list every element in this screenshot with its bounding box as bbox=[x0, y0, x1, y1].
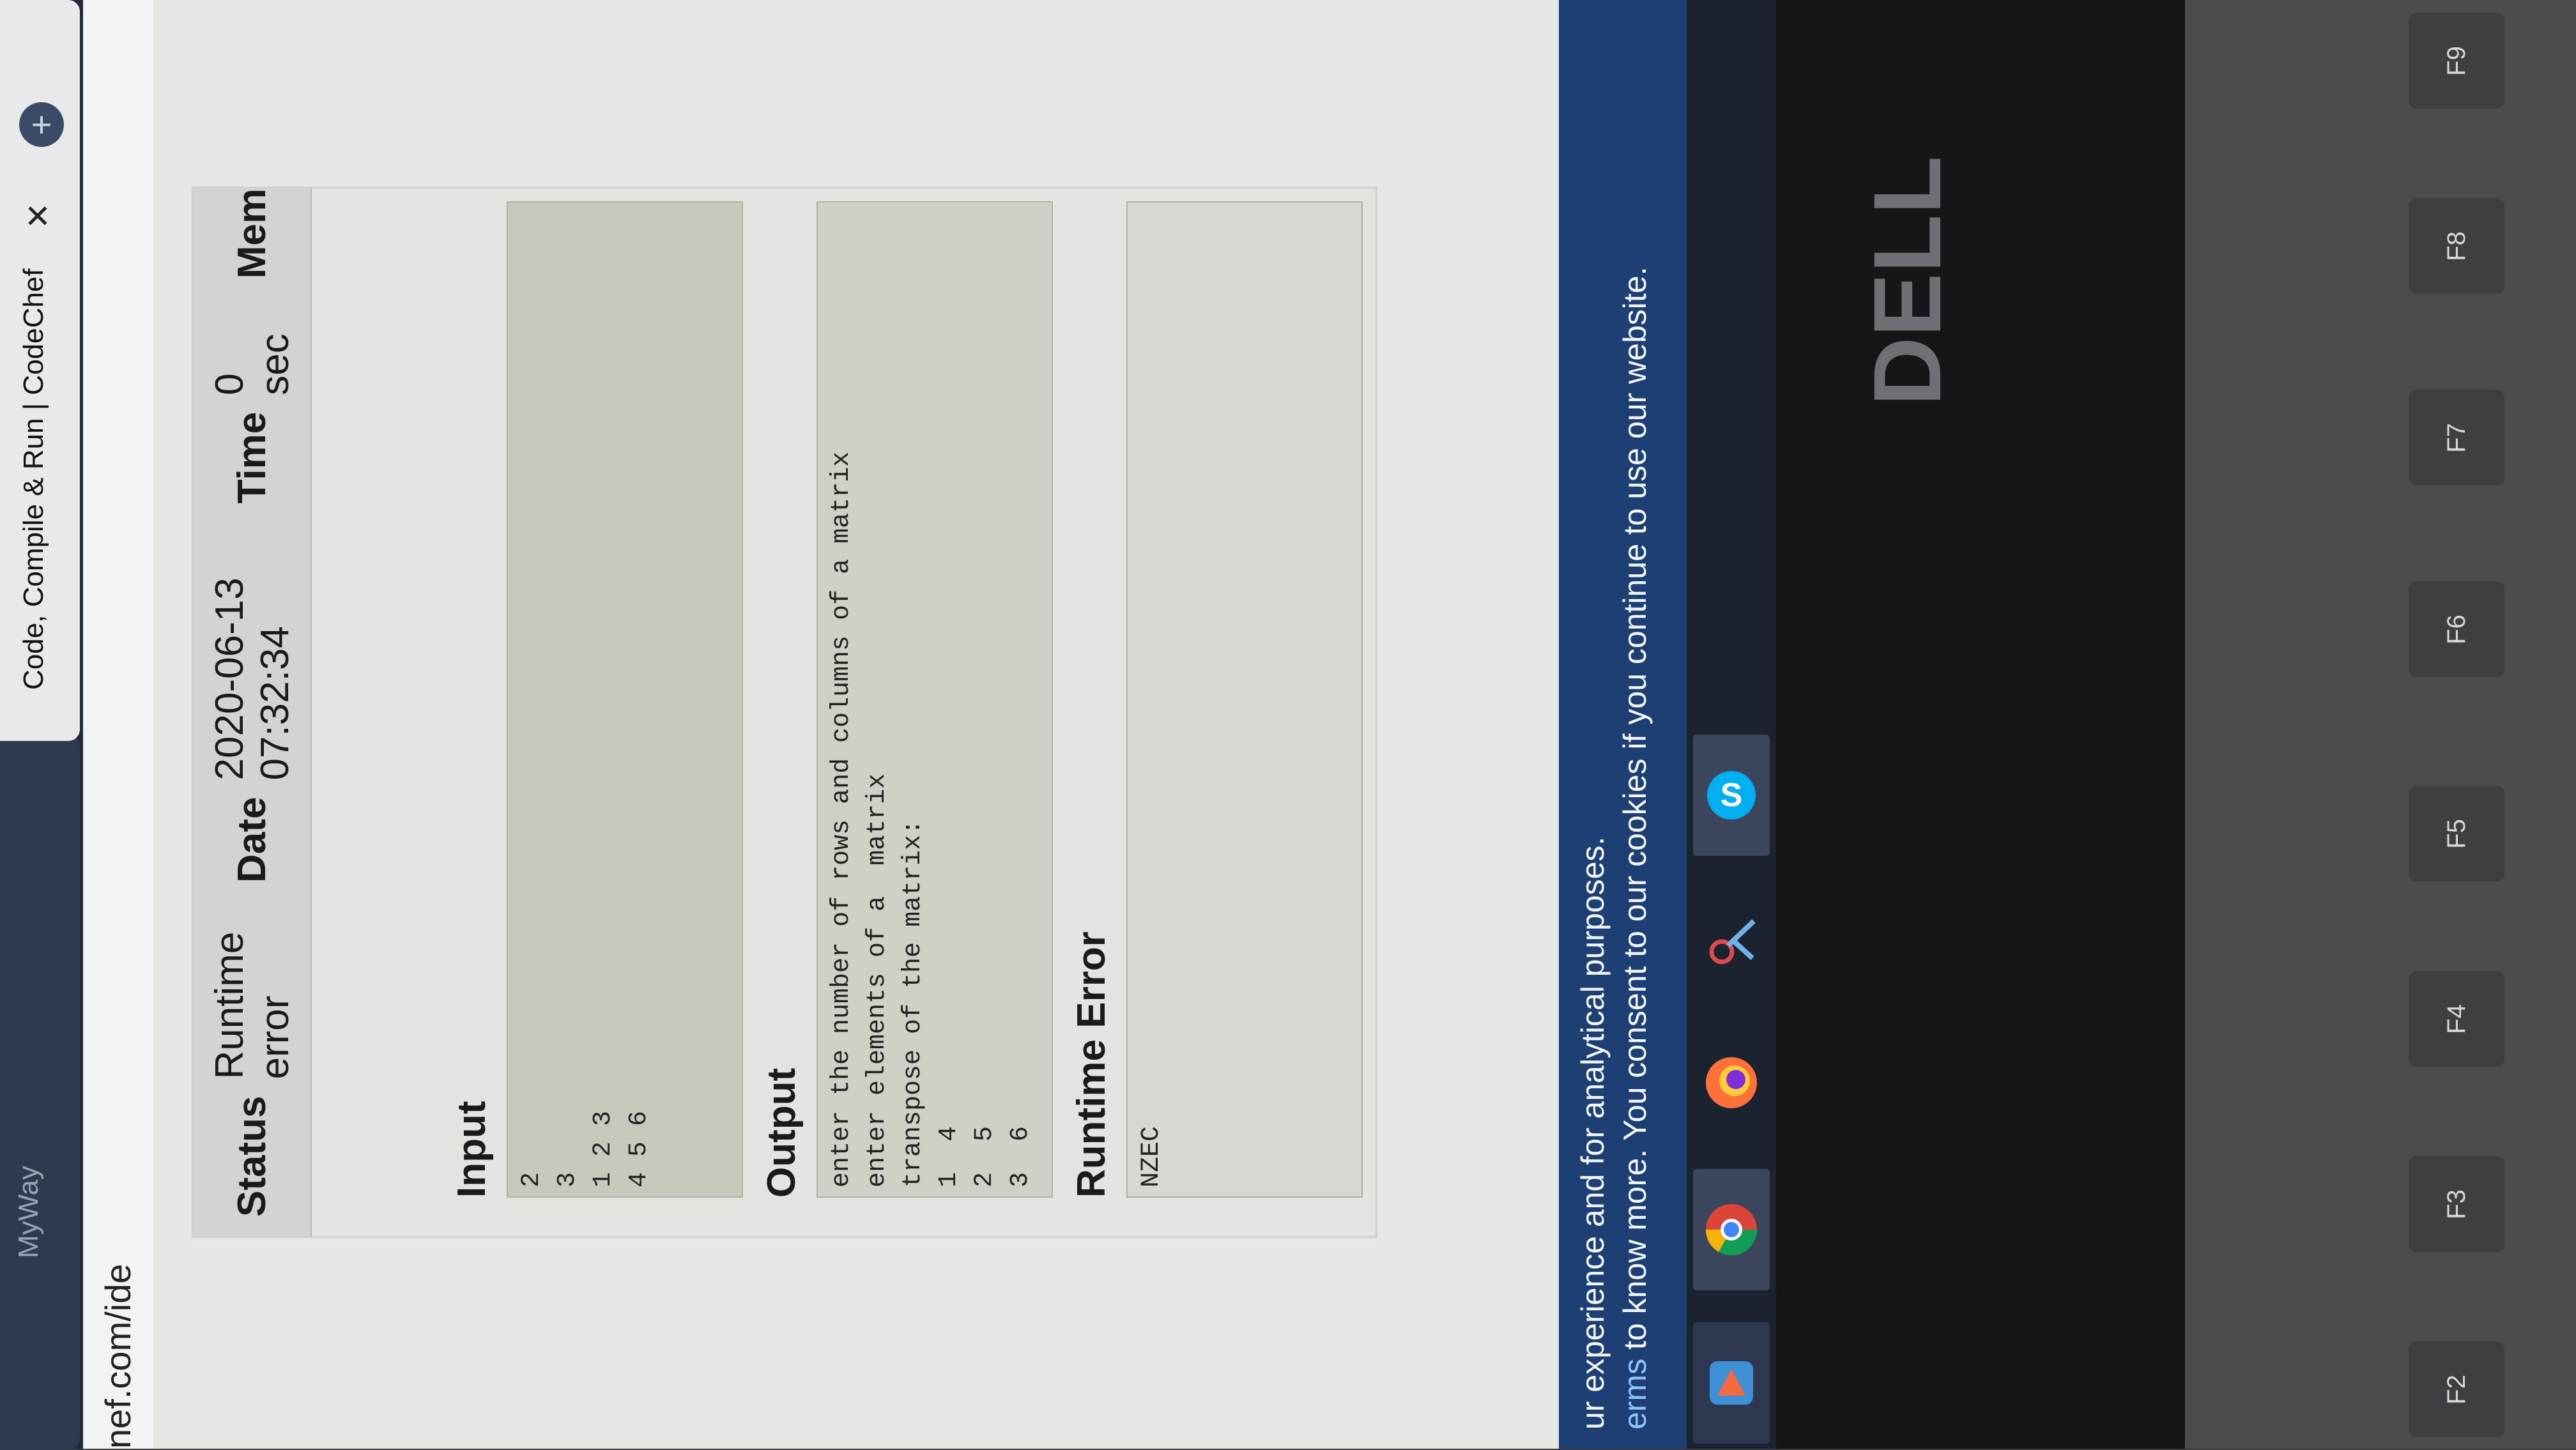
status-bar: Status Runtime error Date 2020-06-13 07:… bbox=[194, 188, 312, 1236]
app-icon[interactable] bbox=[1693, 1322, 1770, 1444]
chrome-icon[interactable] bbox=[1693, 1169, 1770, 1290]
url-text: nef.com/ide bbox=[98, 1263, 138, 1449]
keyboard bbox=[2185, 0, 2576, 1449]
tab-codechef-label: Code, Compile & Run | CodeChef bbox=[18, 268, 49, 690]
tab-myway[interactable]: MyWay bbox=[0, 735, 80, 1450]
result-panel: Status Runtime error Date 2020-06-13 07:… bbox=[192, 187, 1377, 1238]
output-title: Output bbox=[760, 1067, 804, 1198]
cookie-line-2-text: to know more. You consent to our cookies… bbox=[1617, 266, 1653, 1359]
svg-text:S: S bbox=[1721, 777, 1743, 814]
input-title: Input bbox=[450, 1101, 494, 1198]
ide-page: Status Runtime error Date 2020-06-13 07:… bbox=[153, 0, 1559, 1449]
laptop-bezel bbox=[1776, 0, 2185, 1449]
firefox-icon[interactable] bbox=[1693, 1022, 1770, 1143]
f3-key: F3 bbox=[2409, 1156, 2504, 1252]
tab-myway-label: MyWay bbox=[13, 1165, 44, 1258]
status-label: Status bbox=[230, 1095, 274, 1217]
skype-icon[interactable]: S bbox=[1693, 735, 1770, 856]
runtime-error-box: NZEC bbox=[1126, 201, 1363, 1198]
mem-label: Mem bbox=[230, 188, 274, 279]
runtime-error-title: Runtime Error bbox=[1070, 931, 1114, 1198]
date-value: 2020-06-13 07:32:34 bbox=[207, 577, 297, 781]
output-box: enter the number of rows and columns of … bbox=[816, 201, 1053, 1198]
f5-key: F5 bbox=[2409, 786, 2504, 881]
f8-key: F8 bbox=[2409, 198, 2504, 294]
f7-key: F7 bbox=[2409, 390, 2504, 485]
address-bar[interactable]: nef.com/ide bbox=[83, 0, 155, 1449]
f4-key: F4 bbox=[2409, 971, 2504, 1067]
cookie-line-1: ur experience and for analytical purpose… bbox=[1575, 836, 1611, 1430]
tab-strip: MyWay Code, Compile & Run | CodeChef ✕ + bbox=[0, 0, 83, 1450]
cookie-line-2: erms to know more. You consent to our co… bbox=[1614, 19, 1656, 1430]
date-label: Date bbox=[230, 797, 274, 883]
dell-logo: DELL bbox=[1853, 156, 1961, 406]
close-tab-icon[interactable]: ✕ bbox=[24, 198, 51, 235]
time-value: 0 sec bbox=[207, 333, 297, 395]
f6-key: F6 bbox=[2409, 581, 2504, 677]
cookie-banner: ur experience and for analytical purpose… bbox=[1559, 0, 1687, 1449]
f9-key: F9 bbox=[2409, 13, 2504, 109]
f2-key: F2 bbox=[2409, 1341, 2504, 1437]
new-tab-button[interactable]: + bbox=[19, 102, 64, 147]
input-box[interactable]: 2 3 1 2 3 4 5 6 bbox=[507, 201, 743, 1198]
status-value: Runtime error bbox=[207, 931, 297, 1080]
terms-link[interactable]: erms bbox=[1617, 1359, 1653, 1430]
screen: MyWay Code, Compile & Run | CodeChef ✕ +… bbox=[0, 0, 1687, 1450]
snipping-tool-icon[interactable] bbox=[1693, 881, 1770, 1003]
taskbar: S bbox=[1687, 0, 1776, 1449]
time-label: Time bbox=[230, 411, 274, 504]
